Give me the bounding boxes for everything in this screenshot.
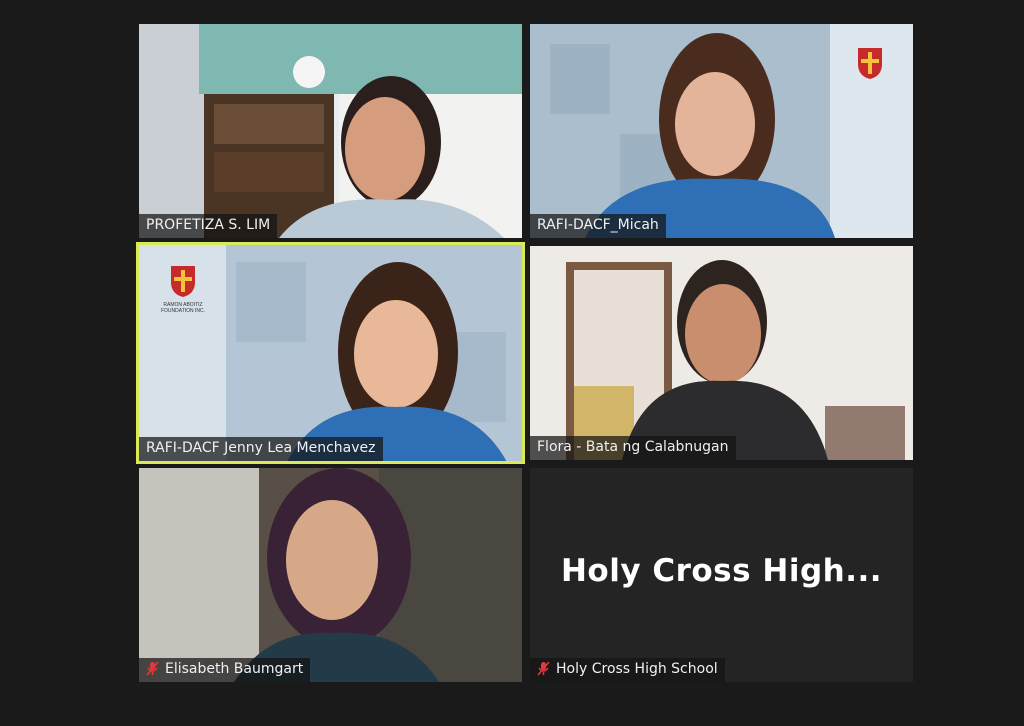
- video-gallery: PROFETIZA S. LIM RAFI-DACF_Micah RAMON A…: [0, 0, 1024, 726]
- participant-tile-elisabeth[interactable]: Elisabeth Baumgart: [139, 468, 522, 682]
- participant-name-tag: RAFI-DACF Jenny Lea Menchavez: [139, 437, 383, 461]
- participant-name: RAFI-DACF Jenny Lea Menchavez: [146, 440, 376, 456]
- participant-tile-holy-cross[interactable]: Holy Cross High... Holy Cross High Schoo…: [530, 468, 913, 682]
- participant-video-profetiza: [139, 24, 522, 238]
- participant-name-tag: Elisabeth Baumgart: [139, 658, 311, 682]
- participant-tile-jenny[interactable]: RAMON ABOITIZ FOUNDATION INC. RAFI-DACF …: [136, 242, 525, 464]
- participant-name: Flora - Bata ng Calabnugan: [537, 439, 729, 455]
- participant-name-tag: PROFETIZA S. LIM: [139, 214, 278, 238]
- participant-name-tag: Flora - Bata ng Calabnugan: [530, 436, 736, 460]
- rafi-logo-icon: [858, 48, 882, 79]
- participant-placeholder-name: Holy Cross High...: [560, 553, 883, 589]
- participant-name: Holy Cross High School: [556, 661, 718, 677]
- rafi-logo-caption: RAMON ABOITIZ FOUNDATION INC.: [160, 302, 206, 314]
- participant-name: Elisabeth Baumgart: [165, 661, 304, 677]
- rafi-logo-icon: [171, 266, 195, 297]
- participant-tile-micah[interactable]: RAFI-DACF_Micah: [530, 24, 913, 238]
- participant-name: PROFETIZA S. LIM: [146, 217, 271, 233]
- participant-name-tag: RAFI-DACF_Micah: [530, 214, 666, 238]
- participant-name-tag: Holy Cross High School: [530, 658, 725, 682]
- participant-tile-flora[interactable]: Flora - Bata ng Calabnugan: [530, 246, 913, 460]
- participant-tile-profetiza[interactable]: PROFETIZA S. LIM: [139, 24, 522, 238]
- participant-video-flora: [530, 246, 913, 460]
- muted-mic-icon: [146, 661, 159, 676]
- muted-mic-icon: [537, 661, 550, 676]
- participant-name: RAFI-DACF_Micah: [537, 217, 659, 233]
- participant-video-elisabeth: [139, 468, 522, 682]
